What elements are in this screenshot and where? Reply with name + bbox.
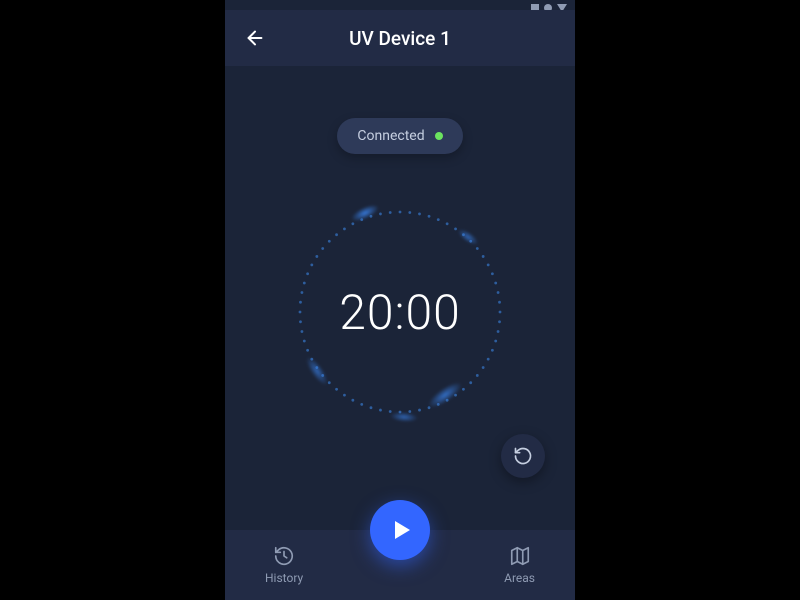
- play-icon: [395, 521, 410, 539]
- back-button[interactable]: [241, 24, 269, 52]
- play-button[interactable]: [370, 500, 430, 560]
- connection-status-badge[interactable]: Connected: [337, 118, 462, 154]
- nav-history[interactable]: History: [265, 545, 303, 585]
- nav-areas[interactable]: Areas: [504, 545, 535, 585]
- arrow-left-icon: [244, 27, 266, 49]
- device-screen: UV Device 1 Connected 20:00: [225, 0, 575, 600]
- timer-display: 20:00: [280, 192, 520, 432]
- timer-ring-icon: [280, 192, 520, 432]
- map-icon: [509, 545, 531, 567]
- nav-history-label: History: [265, 571, 303, 585]
- reset-button[interactable]: [501, 434, 545, 478]
- history-icon: [273, 545, 295, 567]
- status-dot-icon: [435, 132, 443, 140]
- top-bar: UV Device 1: [225, 10, 575, 66]
- replay-icon: [513, 446, 533, 466]
- connection-status-label: Connected: [357, 128, 424, 144]
- page-title: UV Device 1: [225, 27, 575, 50]
- nav-areas-label: Areas: [504, 571, 535, 585]
- main-content: Connected 20:00: [225, 66, 575, 432]
